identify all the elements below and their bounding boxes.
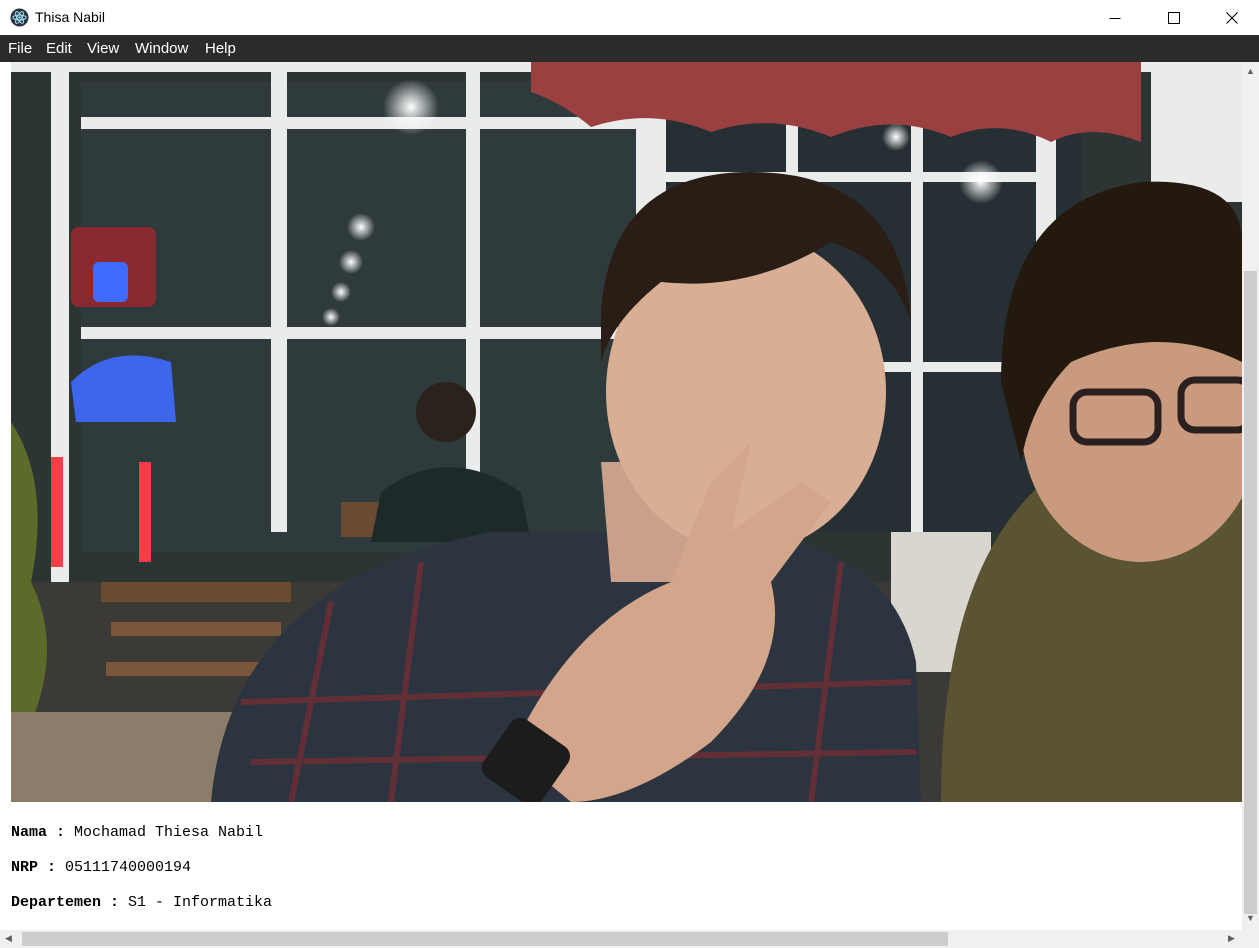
info-nrp: NRP : 05111740000194 [11, 859, 191, 876]
menu-file[interactable]: File [8, 35, 32, 62]
minimize-button[interactable] [1086, 0, 1144, 35]
nrp-separator: : [38, 859, 66, 876]
scroll-right-arrow-icon[interactable]: ▶ [1228, 934, 1235, 943]
minimize-icon [1109, 17, 1121, 19]
maximize-button[interactable] [1145, 0, 1203, 35]
menu-help[interactable]: Help [205, 35, 236, 62]
menu-view[interactable]: View [87, 35, 119, 62]
electron-atom-icon [10, 8, 29, 27]
close-button[interactable] [1203, 0, 1259, 35]
menu-bar: File Edit View Window Help [0, 35, 1259, 62]
close-icon [1226, 11, 1238, 24]
scrollbar-corner [1242, 930, 1259, 948]
departemen-value: S1 - Informatika [128, 894, 273, 911]
title-bar: Thisa Nabil [0, 0, 1259, 35]
nama-separator: : [47, 824, 75, 841]
info-departemen: Departemen : S1 - Informatika [11, 894, 272, 911]
scroll-left-arrow-icon[interactable]: ◀ [5, 934, 12, 943]
nrp-label: NRP [11, 859, 39, 876]
scroll-up-arrow-icon[interactable]: ▲ [1246, 67, 1255, 76]
nama-value: Mochamad Thiesa Nabil [74, 824, 264, 841]
maximize-icon [1168, 11, 1180, 24]
profile-photo [11, 62, 1242, 802]
window-title: Thisa Nabil [35, 9, 106, 25]
departemen-separator: : [101, 894, 129, 911]
vertical-scrollbar[interactable]: ▲ ▼ [1242, 62, 1259, 930]
nama-label: Nama [11, 824, 48, 841]
info-nama: Nama : Mochamad Thiesa Nabil [11, 824, 263, 841]
nrp-value: 05111740000194 [65, 859, 192, 876]
content-area: Nama : Mochamad Thiesa Nabil NRP : 05111… [0, 62, 1242, 930]
vertical-scroll-thumb[interactable] [1244, 271, 1257, 914]
scroll-down-arrow-icon[interactable]: ▼ [1246, 914, 1255, 923]
horizontal-scrollbar[interactable]: ◀ ▶ [0, 930, 1242, 948]
departemen-label: Departemen [11, 894, 102, 911]
menu-window[interactable]: Window [135, 35, 188, 62]
horizontal-scroll-thumb[interactable] [22, 932, 948, 946]
menu-edit[interactable]: Edit [46, 35, 72, 62]
